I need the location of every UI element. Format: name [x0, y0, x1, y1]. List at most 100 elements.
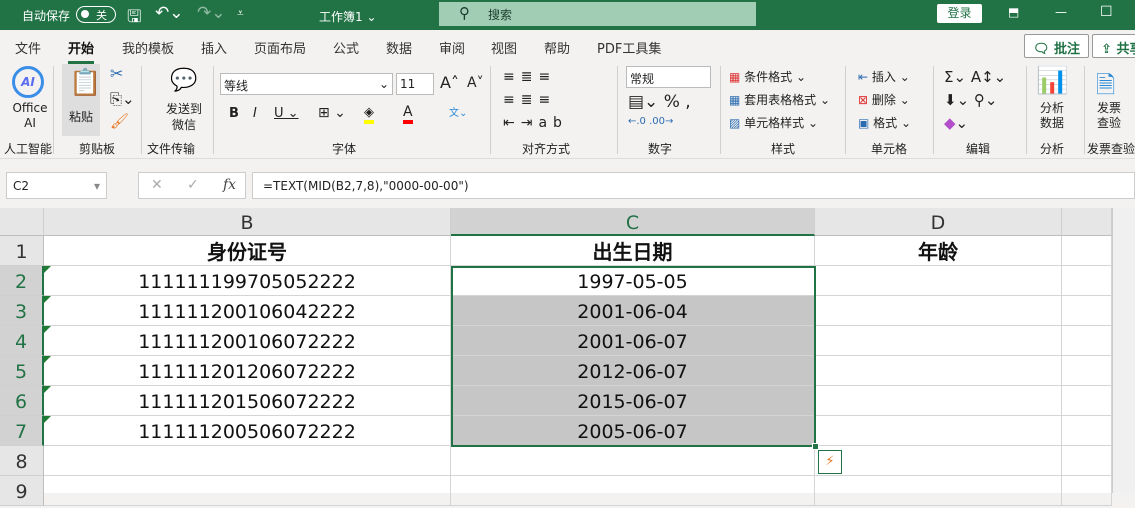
cell-e8[interactable]	[1062, 446, 1112, 476]
row-header-3[interactable]: 3	[0, 296, 44, 326]
cell-e9[interactable]	[1062, 476, 1112, 506]
row-header-2[interactable]: 2	[0, 266, 44, 296]
row-header-8[interactable]: 8	[0, 446, 44, 476]
cell-b4[interactable]: 111111200106072222	[44, 326, 451, 356]
font-name-select[interactable]: 等线 ⌄	[220, 73, 393, 95]
cell-c1[interactable]: 出生日期	[451, 236, 815, 266]
column-header-c[interactable]: C	[451, 208, 815, 236]
cell-style-button[interactable]: ▨ 单元格样式 ⌄	[729, 114, 818, 131]
editing-icons[interactable]: Σ⌄ A↕⌄ ⬇⌄ ⚲⌄ ◆⌄	[944, 66, 1006, 135]
cell-e1[interactable]	[1062, 236, 1112, 266]
column-header-b[interactable]: B	[44, 208, 451, 236]
fill-color-icon[interactable]: ◈	[364, 105, 374, 124]
cell-b6[interactable]: 111111201506072222	[44, 386, 451, 416]
cell-e4[interactable]	[1062, 326, 1112, 356]
autosave-toggle[interactable]: 关	[76, 6, 116, 23]
insert-function-icon[interactable]: fx	[223, 177, 236, 193]
cancel-icon[interactable]: ✕	[151, 177, 163, 193]
decrease-font-icon[interactable]: A˅	[467, 75, 484, 91]
share-button[interactable]: ⇪ 共享	[1092, 34, 1135, 58]
cell-b8[interactable]	[44, 446, 451, 476]
customize-qat-icon[interactable]: ⩡	[237, 6, 244, 21]
cell-e3[interactable]	[1062, 296, 1112, 326]
vertical-scrollbar[interactable]	[1112, 208, 1135, 493]
search-box[interactable]: ⚲ 搜索	[439, 2, 756, 26]
cell-d3[interactable]	[815, 296, 1062, 326]
row-header-5[interactable]: 5	[0, 356, 44, 386]
maximize-icon[interactable]: ☐	[1100, 4, 1113, 20]
cell-d4[interactable]	[815, 326, 1062, 356]
quick-analysis-icon[interactable]: ⚡	[818, 450, 842, 474]
bold-icon[interactable]: B	[229, 106, 239, 121]
format-painter-icon[interactable]: 🖌	[110, 112, 129, 130]
cell-d6[interactable]	[815, 386, 1062, 416]
tab-review[interactable]: 审阅	[439, 38, 465, 57]
decimal-icons[interactable]: ←.0 .00→	[628, 116, 673, 127]
cell-b1[interactable]: 身份证号	[44, 236, 451, 266]
column-header-d[interactable]: D	[815, 208, 1062, 236]
table-format-button[interactable]: ▦ 套用表格格式 ⌄	[729, 91, 830, 108]
ribbon-display-icon[interactable]: ⬒	[1008, 5, 1019, 19]
copy-icon[interactable]: ⎘⌄	[110, 90, 135, 108]
row-header-9[interactable]: 9	[0, 476, 44, 506]
cell-b9[interactable]	[44, 476, 451, 506]
redo-icon[interactable]: ↷⌄	[197, 3, 226, 23]
paste-button[interactable]: 📋 粘贴	[62, 64, 101, 136]
cell-d5[interactable]	[815, 356, 1062, 386]
cell-e6[interactable]	[1062, 386, 1112, 416]
save-icon[interactable]: 🖫	[127, 4, 141, 33]
cell-c8[interactable]	[451, 446, 815, 476]
conditional-format-button[interactable]: ▦ 条件格式 ⌄	[729, 68, 806, 85]
fill-handle[interactable]	[812, 443, 819, 450]
invoice-check-button[interactable]: 发票查验	[1093, 101, 1125, 131]
format-cells-button[interactable]: ▣ 格式 ⌄	[858, 114, 911, 131]
increase-font-icon[interactable]: A˄	[440, 73, 459, 92]
formula-input[interactable]: =TEXT(MID(B2,7,8),"0000-00-00")	[252, 172, 1135, 199]
wechat-icon[interactable]: 💬	[170, 68, 197, 93]
send-wechat-button[interactable]: 发送到微信	[163, 101, 205, 133]
cell-b2[interactable]: 111111199705052222	[44, 266, 451, 296]
cell-c9[interactable]	[451, 476, 815, 506]
borders-icon[interactable]: ⊞ ⌄	[318, 105, 346, 121]
tab-page-layout[interactable]: 页面布局	[254, 38, 306, 57]
tab-view[interactable]: 视图	[491, 38, 517, 57]
cell-d9[interactable]	[815, 476, 1062, 506]
cell-b7[interactable]: 111111200506072222	[44, 416, 451, 446]
row-header-7[interactable]: 7	[0, 416, 44, 446]
cell-d1[interactable]: 年龄	[815, 236, 1062, 266]
alignment-icons[interactable]: ≡≣≡ ≡≣≡ ⇤⇥ab	[503, 66, 568, 135]
office-ai-icon[interactable]: AI	[12, 66, 44, 98]
tab-insert[interactable]: 插入	[201, 38, 227, 57]
enter-icon[interactable]: ✓	[187, 177, 199, 193]
currency-percent-comma-icons[interactable]: ▤⌄ % ,	[628, 92, 691, 112]
cell-d7[interactable]	[815, 416, 1062, 446]
row-header-6[interactable]: 6	[0, 386, 44, 416]
row-header-1[interactable]: 1	[0, 236, 44, 266]
undo-icon[interactable]: ↶⌄	[155, 3, 184, 23]
tab-file[interactable]: 文件	[15, 38, 41, 57]
analyze-data-button[interactable]: 分析数据	[1036, 101, 1068, 131]
cell-e2[interactable]	[1062, 266, 1112, 296]
cell-e5[interactable]	[1062, 356, 1112, 386]
phonetic-icon[interactable]: 文⌄	[449, 104, 467, 119]
delete-cells-button[interactable]: ⊠ 删除 ⌄	[858, 91, 910, 108]
italic-icon[interactable]: I	[253, 106, 257, 121]
workbook-title[interactable]: 工作簿1 ⌄	[319, 8, 377, 25]
login-button[interactable]: 登录	[937, 4, 982, 23]
font-color-icon[interactable]: A	[403, 104, 413, 124]
cell-d2[interactable]	[815, 266, 1062, 296]
office-ai-button[interactable]: Office AI	[12, 101, 48, 131]
insert-cells-button[interactable]: ⇤ 插入 ⌄	[858, 68, 910, 85]
cell-b5[interactable]: 111111201206072222	[44, 356, 451, 386]
analyze-data-icon[interactable]: 📊	[1036, 66, 1068, 96]
tab-data[interactable]: 数据	[386, 38, 412, 57]
select-all-button[interactable]	[0, 208, 44, 236]
tab-help[interactable]: 帮助	[544, 38, 570, 57]
row-header-4[interactable]: 4	[0, 326, 44, 356]
cell-b3[interactable]: 111111200106042222	[44, 296, 451, 326]
font-size-select[interactable]: 11	[396, 73, 434, 95]
underline-icon[interactable]: U ⌄	[274, 106, 299, 121]
tab-pdf-tools[interactable]: PDF工具集	[597, 38, 661, 57]
number-format-select[interactable]: 常规	[626, 66, 711, 88]
name-box[interactable]: C2 ▾	[6, 172, 107, 199]
